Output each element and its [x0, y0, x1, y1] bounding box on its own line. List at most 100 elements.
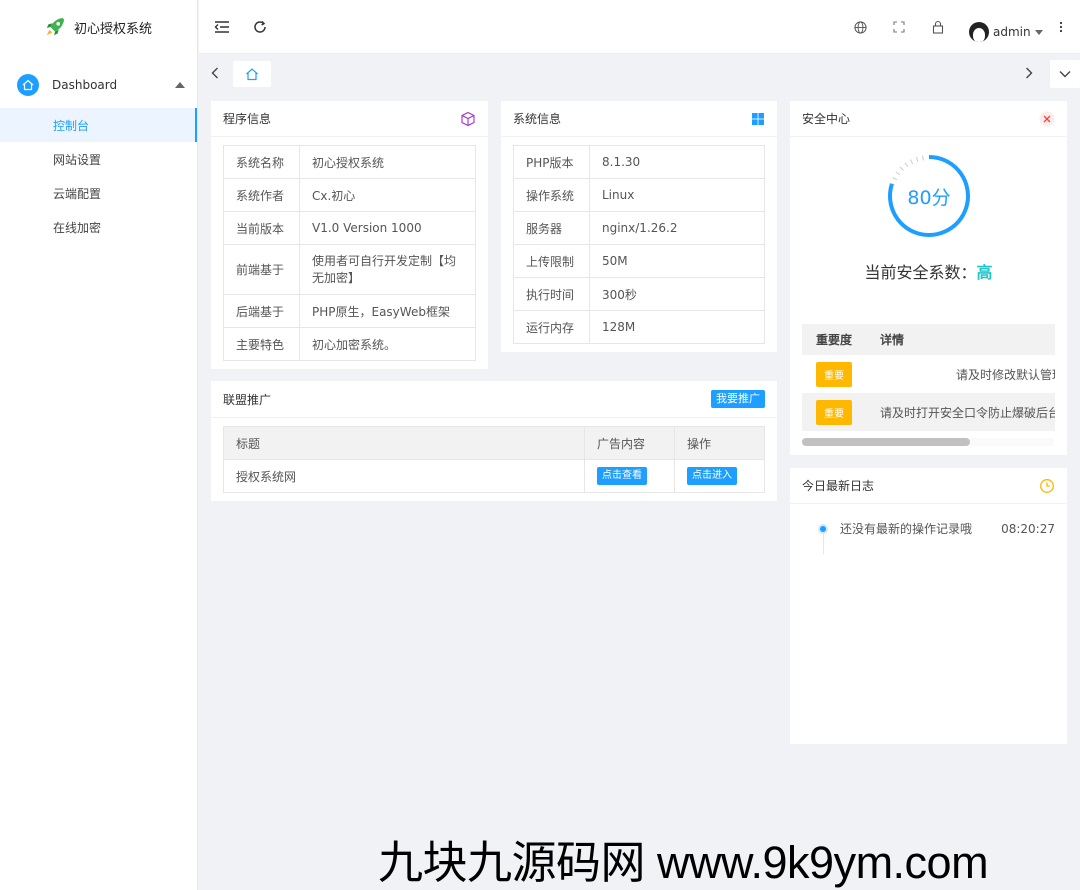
app-title: 初心授权系统: [74, 21, 153, 37]
table-row: 系统名称 初心授权系统: [223, 145, 476, 179]
caret-up-icon: [175, 82, 185, 88]
table-value: Cx.初心: [299, 178, 476, 212]
user-menu[interactable]: admin: [969, 22, 1043, 42]
card-title: 系统信息: [513, 112, 562, 126]
promote-button[interactable]: 我要推广: [711, 390, 765, 408]
sidebar-item-site-settings[interactable]: 网站设置: [0, 142, 197, 176]
table-key: 系统作者: [223, 178, 300, 212]
alliance-card: 联盟推广 我要推广 标题 广告内容 操作 授权系统网 点击查看 点击进入: [211, 381, 777, 501]
enter-button[interactable]: 点击进入: [687, 467, 737, 485]
log-entry: 还没有最新的操作记录哦 08:20:27: [818, 520, 1055, 537]
column-header: 操作: [674, 426, 765, 460]
chevron-down-icon: [1059, 71, 1071, 78]
username: admin: [993, 25, 1031, 39]
more-vertical-icon[interactable]: [1051, 17, 1071, 37]
security-level-value: 高: [976, 263, 993, 282]
table-row: 当前版本 V1.0 Version 1000: [223, 211, 476, 245]
table-key: 系统名称: [223, 145, 300, 179]
table-key: 上传限制: [513, 244, 590, 278]
timeline-dot: [818, 523, 828, 534]
refresh-icon[interactable]: [250, 17, 270, 37]
home-icon: [17, 74, 39, 96]
risk-detail: 请及时修改默认管理员密: [955, 367, 1055, 382]
column-header: 标题: [223, 426, 585, 460]
table-value: 使用者可自行开发定制【均无加密】: [299, 244, 476, 295]
scrollbar-thumb[interactable]: [802, 438, 970, 446]
table-row: 重要 请及时修改默认管理员密: [802, 355, 1055, 393]
clock-icon: [1040, 478, 1054, 493]
sidebar-item-console[interactable]: 控制台: [0, 108, 197, 142]
table-value: nginx/1.26.2: [589, 211, 765, 245]
top-header: admin: [199, 0, 1080, 54]
table-row: 后端基于 PHP原生，EasyWeb框架: [223, 294, 476, 328]
tab-bar: [199, 55, 1080, 93]
log-card: 今日最新日志 还没有最新的操作记录哦 08:20:27: [790, 468, 1067, 744]
table-row: 上传限制 50M: [513, 244, 765, 278]
table-value: 8.1.30: [589, 145, 765, 179]
security-score: 80分: [907, 186, 951, 209]
table-value: 300秒: [589, 277, 765, 311]
sidebar-item-cloud-config[interactable]: 云端配置: [0, 176, 197, 210]
column-header: 重要度: [802, 324, 866, 355]
program-info-card: 程序信息 系统名称 初心授权系统 系统作者 Cx.初心 当前版本 V1.0 Versi…: [211, 101, 488, 369]
log-text: 还没有最新的操作记录哦: [840, 522, 973, 536]
horizontal-scrollbar[interactable]: [802, 438, 1054, 446]
avatar: [969, 22, 989, 42]
table-key: 当前版本: [223, 211, 300, 245]
tab-home[interactable]: [233, 61, 271, 87]
caret-down-icon: [1034, 29, 1043, 35]
security-card: 安全中心 80分 当前安全系数：高 重要度 详情 重要 请及时修改默认管理员密 …: [790, 101, 1067, 455]
security-level: 当前安全系数：高: [790, 259, 1067, 283]
card-title: 今日最新日志: [802, 479, 875, 493]
importance-tag: 重要: [816, 399, 852, 425]
home-tab-icon: [246, 68, 258, 81]
sidebar-group-label: Dashboard: [52, 78, 118, 92]
view-button[interactable]: 点击查看: [597, 467, 647, 485]
table-key: 运行内存: [513, 310, 590, 344]
table-row: 执行时间 300秒: [513, 277, 765, 311]
risk-table-wrap[interactable]: 重要度 详情 重要 请及时修改默认管理员密 重要 请及时打开安全口令防止爆破后台: [802, 324, 1055, 434]
importance-tag: 重要: [816, 361, 852, 387]
table-row: 运行内存 128M: [513, 310, 765, 344]
cube-icon: [461, 111, 475, 126]
program-info-table: 系统名称 初心授权系统 系统作者 Cx.初心 当前版本 V1.0 Version 10…: [223, 145, 476, 361]
system-info-table: PHP版本 8.1.30 操作系统 Linux 服务器 nginx/1.26.2 上传…: [513, 145, 765, 344]
sidebar-item-online-encrypt[interactable]: 在线加密: [0, 210, 197, 244]
windows-icon: [752, 112, 764, 125]
tab-options-dropdown[interactable]: [1050, 60, 1080, 88]
table-row: 授权系统网 点击查看 点击进入: [223, 459, 765, 493]
app-logo[interactable]: 初心授权系统: [0, 0, 197, 54]
table-value: 初心授权系统: [299, 145, 476, 179]
chevron-right-icon[interactable]: [1021, 65, 1037, 81]
table-key: 服务器: [513, 211, 590, 245]
table-row: 前端基于 使用者可自行开发定制【均无加密】: [223, 244, 476, 295]
log-time: 08:20:27: [1001, 521, 1055, 536]
table-row: PHP版本 8.1.30: [513, 145, 765, 179]
table-key: 后端基于: [223, 294, 300, 328]
fullscreen-icon[interactable]: [889, 17, 909, 37]
table-row: 主要特色 初心加密系统。: [223, 327, 476, 361]
card-title: 联盟推广: [223, 392, 272, 407]
risk-detail: 请及时打开安全口令防止爆破后台: [866, 393, 1055, 431]
table-row: 服务器 nginx/1.26.2: [513, 211, 765, 245]
system-info-card: 系统信息 PHP版本 8.1.30 操作系统 Linux 服务器 nginx/1.26…: [501, 101, 777, 352]
table-key: 操作系统: [513, 178, 590, 212]
lock-icon[interactable]: [928, 17, 948, 37]
collapse-menu-icon[interactable]: [212, 17, 232, 37]
card-title: 程序信息: [223, 112, 272, 126]
close-icon[interactable]: [1039, 111, 1055, 127]
table-key: PHP版本: [513, 145, 590, 179]
chevron-left-icon[interactable]: [207, 65, 223, 81]
column-header: 广告内容: [584, 426, 675, 460]
table-row: 系统作者 Cx.初心: [223, 178, 476, 212]
sidebar-group-dashboard[interactable]: Dashboard: [0, 62, 197, 108]
rocket-icon: [46, 17, 65, 36]
table-value: Linux: [589, 178, 765, 212]
globe-icon[interactable]: [850, 17, 870, 37]
table-value: PHP原生，EasyWeb框架: [299, 294, 476, 328]
alliance-table: 标题 广告内容 操作 授权系统网 点击查看 点击进入: [223, 426, 765, 493]
table-value: 128M: [589, 310, 765, 344]
table-value: 50M: [589, 244, 765, 278]
table-key: 主要特色: [223, 327, 300, 361]
ad-title: 授权系统网: [223, 459, 585, 493]
